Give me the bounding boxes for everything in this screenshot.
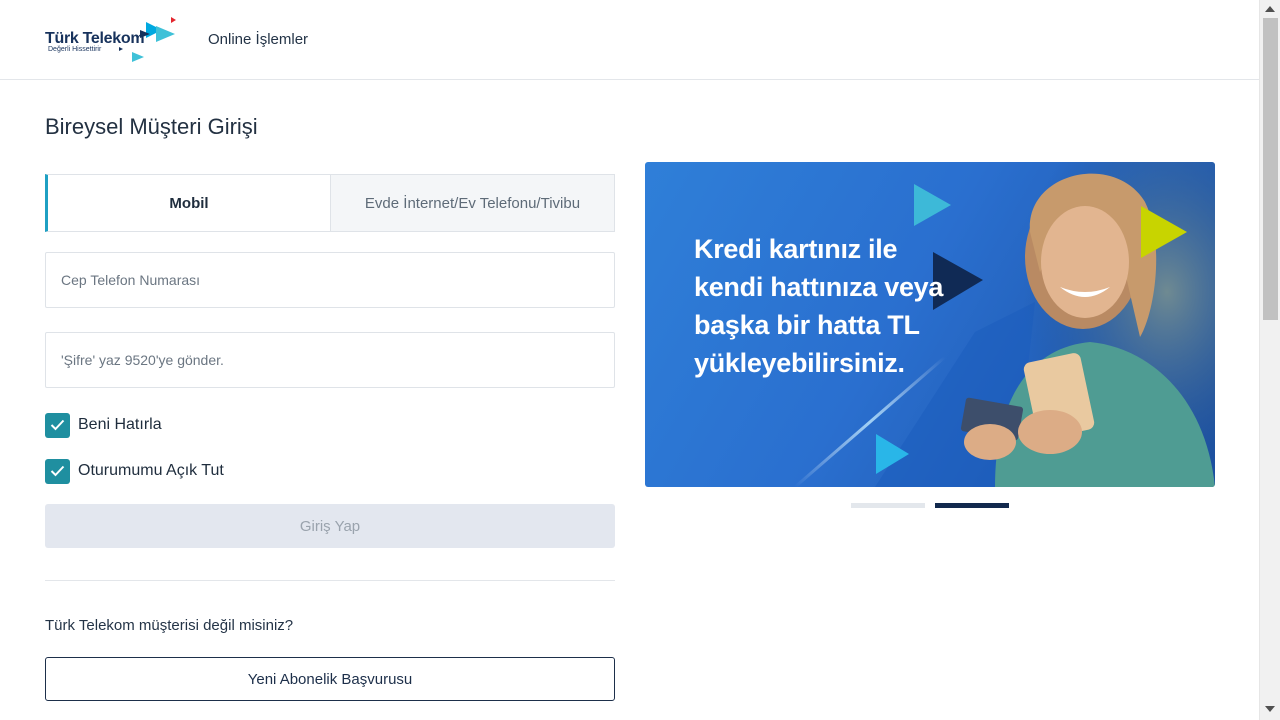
phone-number-input[interactable] [45, 252, 615, 308]
remember-me-checkbox[interactable] [45, 412, 70, 438]
remember-me-label[interactable]: Beni Hatırla [78, 416, 162, 434]
new-subscription-button[interactable]: Yeni Abonelik Başvurusu [45, 657, 615, 701]
logo-tagline: Değerli Hissettirir [48, 46, 102, 53]
remember-me-row[interactable]: Beni Hatırla [45, 412, 162, 438]
scroll-thumb[interactable] [1263, 18, 1278, 320]
login-button[interactable]: Giriş Yap [45, 504, 615, 548]
scroll-down-arrow-icon[interactable] [1265, 706, 1275, 712]
scroll-up-arrow-icon[interactable] [1265, 6, 1275, 12]
banner-headline: Kredi kartınız ile kendi hattınıza veya … [694, 234, 944, 378]
not-customer-text: Türk Telekom müşterisi değil misiniz? [45, 617, 294, 634]
header: Türk Telekom Değerli Hissettirir Online … [0, 0, 1259, 80]
keep-session-label[interactable]: Oturumumu Açık Tut [78, 462, 224, 480]
keep-session-checkbox[interactable] [45, 458, 70, 484]
page-scrollbar[interactable] [1259, 0, 1280, 720]
page-title: Bireysel Müşteri Girişi [45, 114, 258, 139]
tab-mobil[interactable]: Mobil [45, 174, 331, 232]
carousel-indicator-1[interactable] [851, 503, 925, 508]
login-type-tabs: Mobil Evde İnternet/Ev Telefonu/Tivibu [45, 174, 615, 232]
carousel-indicator-2[interactable] [935, 503, 1009, 508]
promo-banner[interactable]: Kredi kartınız ile kendi hattınıza veya … [645, 162, 1215, 487]
checkmark-icon [50, 419, 65, 430]
turk-telekom-logo[interactable]: Türk Telekom Değerli Hissettirir [44, 16, 178, 64]
checkmark-icon [50, 465, 65, 476]
keep-session-row[interactable]: Oturumumu Açık Tut [45, 458, 224, 484]
nav-online-islemler[interactable]: Online İşlemler [208, 31, 308, 48]
divider [45, 580, 615, 581]
tab-evde-internet[interactable]: Evde İnternet/Ev Telefonu/Tivibu [331, 174, 615, 232]
password-input[interactable] [45, 332, 615, 388]
